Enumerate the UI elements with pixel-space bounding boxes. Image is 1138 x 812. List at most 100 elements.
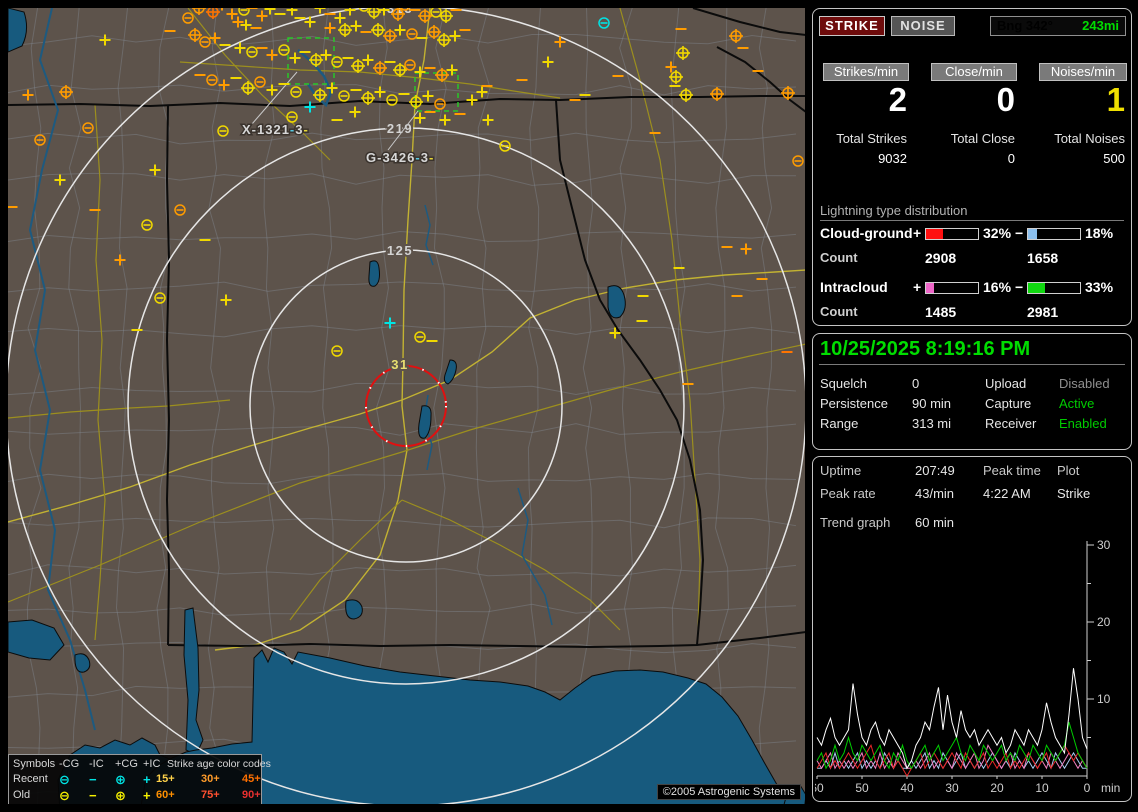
minus-sign: − [1015, 225, 1024, 241]
age-code: 60+ [156, 789, 175, 801]
plot-value: Strike [1057, 486, 1091, 501]
close-per-min-button[interactable]: Close/min [931, 63, 1017, 81]
svg-text:X-1321-3-: X-1321-3- [242, 122, 309, 137]
age-code: 45+ [242, 773, 261, 785]
cloud-ground-label: Cloud-ground [820, 225, 913, 241]
svg-text:10: 10 [1097, 692, 1111, 706]
cg-minus-count: 1658 [1027, 250, 1059, 266]
trend-box: Uptime 207:49 Peak time Plot Peak rate 4… [812, 456, 1132, 802]
plus-ic-symbol-icon: + [143, 772, 151, 787]
svg-text:20: 20 [990, 781, 1004, 795]
intracloud-label: Intracloud [820, 279, 888, 295]
cg-minus-bar [1027, 228, 1081, 240]
cg-plus-bar [925, 228, 979, 240]
plus-cg-symbol-icon: ⊕ [115, 772, 126, 787]
receiver-value: Enabled [1059, 416, 1107, 431]
age-code: 90+ [242, 789, 261, 801]
strike-toggle-button[interactable]: STRIKE [819, 16, 885, 36]
range-value: 313 mi [912, 416, 952, 431]
legend-row-label: Old [13, 789, 31, 801]
ic-minus-pct: 33% [1085, 279, 1114, 295]
legend-header: +IC [143, 758, 161, 770]
svg-text:10: 10 [1035, 781, 1049, 795]
count-label: Count [820, 304, 858, 319]
ic-minus-bar [1027, 282, 1081, 294]
peak-rate-value: 43/min [915, 486, 955, 501]
upload-label: Upload [985, 376, 1027, 391]
total-noises-label: Total Noises [1054, 131, 1125, 146]
total-strikes-value: 9032 [878, 151, 907, 166]
total-noises-value: 500 [1103, 151, 1125, 166]
count-label: Count [820, 250, 858, 265]
legend-age-title: Strike age color codes [167, 758, 271, 770]
counters-box: STRIKE NOISE Bng 342° 243mi Strikes/min … [812, 8, 1132, 326]
copyright-notice: ©2005 Astrogenic Systems [656, 784, 801, 800]
capture-value: Active [1059, 396, 1095, 411]
status-panel: STRIKE NOISE Bng 342° 243mi Strikes/min … [812, 0, 1134, 812]
legend-header: -CG [59, 758, 80, 770]
age-code: 75+ [201, 789, 220, 801]
minus-ic-symbol-icon: − [89, 772, 97, 787]
bearing-label: Bng 342° [997, 18, 1053, 33]
noise-toggle-button[interactable]: NOISE [891, 16, 955, 36]
svg-text:40: 40 [900, 781, 914, 795]
minus-cg-symbol-icon: ⊖ [59, 772, 70, 787]
receiver-label: Receiver [985, 416, 1037, 431]
nexstorm-window: { "map": { "land_color": "#5d534b", "wat… [0, 0, 1138, 812]
peak-time-value: 4:22 AM [983, 486, 1031, 501]
cg-minus-pct: 18% [1085, 225, 1114, 241]
upload-value: Disabled [1059, 376, 1110, 391]
cg-plus-pct: 32% [983, 225, 1012, 241]
svg-text:50: 50 [855, 781, 869, 795]
legend-row-label: Recent [13, 773, 48, 785]
legend-header: Symbols [13, 758, 56, 770]
map-canvas: 31321912531X-1321-3-G-3426-3- [8, 8, 805, 804]
ic-plus-count: 1485 [925, 304, 957, 320]
bearing-readout: Bng 342° 243mi [990, 16, 1126, 36]
squelch-label: Squelch [820, 376, 867, 391]
noises-per-min-button[interactable]: Noises/min [1039, 63, 1127, 81]
trend-graph-label: Trend graph [820, 515, 891, 530]
minus-cg-symbol-icon: ⊖ [59, 788, 70, 803]
system-status-box: 10/25/2025 8:19:16 PM Squelch 0 Upload D… [812, 333, 1132, 450]
plot-label: Plot [1057, 463, 1080, 478]
svg-text:20: 20 [1097, 615, 1111, 629]
age-code: 30+ [201, 773, 220, 785]
datetime-display: 10/25/2025 8:19:16 PM [820, 338, 1031, 360]
legend-header: -IC [89, 758, 104, 770]
noises-per-min-value: 1 [1106, 81, 1125, 118]
plus-sign: + [913, 279, 922, 295]
divider [819, 364, 1125, 365]
svg-text:min: min [1101, 781, 1120, 795]
range-label: Range [820, 416, 859, 431]
ic-plus-pct: 16% [983, 279, 1012, 295]
peak-time-label: Peak time [983, 463, 1041, 478]
strikes-per-min-value: 2 [888, 81, 907, 118]
strikes-per-min-button[interactable]: Strikes/min [823, 63, 909, 81]
plus-ic-symbol-icon: + [143, 788, 151, 803]
ic-minus-count: 2981 [1027, 304, 1059, 320]
squelch-value: 0 [912, 376, 920, 391]
uptime-value: 207:49 [915, 463, 955, 478]
minus-sign: − [1015, 279, 1024, 295]
map-legend: Symbols -CG -IC +CG +IC Strike age color code… [8, 754, 271, 804]
total-strikes-label: Total Strikes [836, 131, 907, 146]
plus-sign: + [913, 225, 922, 241]
radar-map[interactable]: 313 219 125 31 X-1321-3- G-3426-3- Symbols -CG… [8, 8, 805, 804]
bearing-distance: 243mi [1082, 18, 1119, 33]
svg-text:30: 30 [1097, 538, 1111, 552]
peak-rate-label: Peak rate [820, 486, 876, 501]
uptime-label: Uptime [820, 463, 862, 478]
ic-plus-bar [925, 282, 979, 294]
plus-cg-symbol-icon: ⊕ [115, 788, 126, 803]
minus-ic-symbol-icon: − [89, 788, 97, 803]
capture-label: Capture [985, 396, 1032, 411]
svg-text:30: 30 [945, 781, 959, 795]
persistence-label: Persistence [820, 396, 888, 411]
total-close-value: 0 [1007, 151, 1015, 166]
cg-plus-count: 2908 [925, 250, 957, 266]
close-per-min-value: 0 [996, 81, 1015, 118]
svg-text:125: 125 [387, 243, 413, 258]
svg-text:G-3426-3-: G-3426-3- [366, 150, 434, 165]
svg-text:31: 31 [391, 357, 408, 372]
